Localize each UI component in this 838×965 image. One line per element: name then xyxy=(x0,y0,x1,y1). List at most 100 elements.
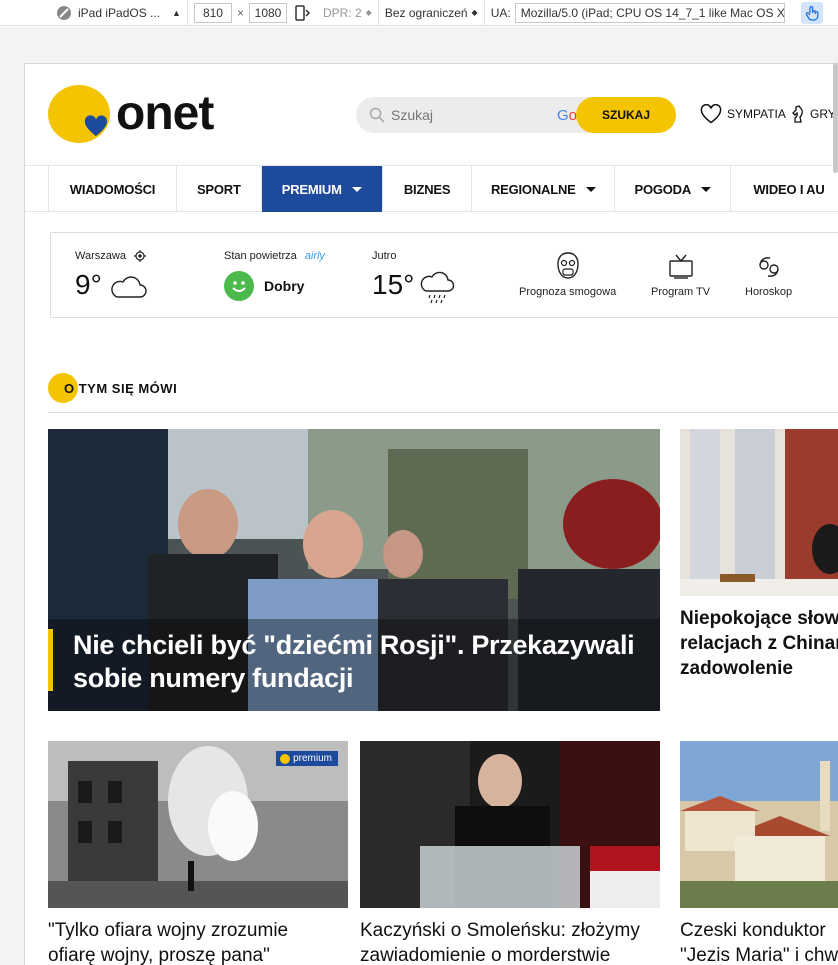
section-divider xyxy=(48,412,838,413)
chevron-down-icon xyxy=(585,186,596,192)
card-title-line: "Tylko ofiara wojny zrozumie xyxy=(48,920,289,941)
airly-logo: airly xyxy=(304,250,325,262)
tv-icon xyxy=(668,254,693,279)
device-no-touch-icon xyxy=(57,5,71,20)
card-title-line: ofiarę wojny, proszę pana" xyxy=(48,945,270,965)
card2-title[interactable]: Kaczyński o Smoleńsku: złożymy zawiadomi… xyxy=(360,918,640,965)
rotate-icon[interactable] xyxy=(293,4,311,22)
main-nav: WIADOMOŚCI SPORT PREMIUM BIZNES REGIONAL… xyxy=(25,165,838,212)
service-label: Program TV xyxy=(651,286,711,298)
premium-dot-icon xyxy=(280,753,291,764)
nav-label: PREMIUM xyxy=(281,181,342,197)
info-widgets: Warszawa 9° Stan powietrza airly Dobry J… xyxy=(50,232,838,318)
service-label: Horoskop xyxy=(745,286,793,298)
tv-program-link[interactable]: Program TV xyxy=(651,251,710,298)
device-selector[interactable]: iPad iPadOS ... ▲ xyxy=(0,0,188,26)
card1-title[interactable]: "Tylko ofiara wojny zrozumie ofiarę wojn… xyxy=(48,918,288,965)
nav-item-regionalne[interactable]: REGIONALNE xyxy=(471,166,614,212)
heart-outline-icon xyxy=(700,104,722,124)
town-photo xyxy=(680,741,838,908)
gry-label: GRY xyxy=(810,107,836,121)
side-article-photo[interactable] xyxy=(680,429,838,596)
nav-label: BIZNES xyxy=(403,181,451,197)
gas-mask-icon xyxy=(556,252,579,279)
search-bar: Google SZUKAJ xyxy=(356,97,676,133)
touch-toggle-icon[interactable] xyxy=(800,1,823,24)
section-title-first: O xyxy=(64,380,75,396)
card-title-line: Czeski konduktor xyxy=(680,920,826,941)
nav-label: WIDEO I AU xyxy=(753,181,825,197)
side-title-line: relacjach z Chinam xyxy=(680,633,838,654)
smog-forecast-link[interactable]: Prognoza smogowa xyxy=(519,251,616,298)
card3-title[interactable]: Czeski konduktor "Jezis Maria" i chw xyxy=(680,918,838,965)
dimension-separator: × xyxy=(236,5,244,20)
sympatia-label: SYMPATIA xyxy=(727,107,786,121)
nav-item-sport[interactable]: SPORT xyxy=(176,166,261,212)
cloud-rain-icon xyxy=(420,271,455,304)
side-photo xyxy=(680,429,838,596)
card-title-line: "Jezis Maria" i chw xyxy=(680,945,838,965)
throttle-selector[interactable]: Bez ograniczeń ◆ xyxy=(379,0,485,26)
weather-city[interactable]: Warszawa xyxy=(75,250,146,262)
sympatia-link[interactable]: SYMPATIA xyxy=(700,104,786,124)
chevron-down-icon xyxy=(701,186,712,192)
scrollbar[interactable] xyxy=(833,63,838,173)
card-title-line: Kaczyński o Smoleńsku: złożymy xyxy=(360,920,640,941)
onet-logo[interactable]: onet xyxy=(48,85,214,143)
ua-label: UA: xyxy=(490,5,511,20)
card2-photo[interactable] xyxy=(360,741,660,908)
logo-wordmark: onet xyxy=(116,87,214,140)
height-input[interactable]: 1080 xyxy=(248,2,287,23)
tomorrow-label: Jutro xyxy=(372,250,397,262)
horoscope-link[interactable]: Horoskop xyxy=(745,251,792,298)
nav-label: REGIONALNE xyxy=(490,181,576,197)
hero-title[interactable]: Nie chcieli być "dziećmi Rosji". Przekaz… xyxy=(73,629,643,695)
temp-tomorrow[interactable]: 15° xyxy=(372,269,414,301)
cancer-zodiac-icon xyxy=(758,257,779,277)
nav-item-premium[interactable]: PREMIUM xyxy=(260,166,382,212)
premium-badge-label: premium xyxy=(293,753,332,764)
card1-photo[interactable]: premium xyxy=(48,741,348,908)
search-icon xyxy=(369,107,385,123)
ua-input[interactable]: Mozilla/5.0 (iPad; CPU OS 14_7_1 like Ma… xyxy=(514,2,785,23)
page-viewport: onet Google SZUKAJ SYMPATIA GRY WIADOMOŚ… xyxy=(24,63,838,965)
hero-accent-bar xyxy=(48,629,53,691)
nav-item-wideo[interactable]: WIDEO I AU xyxy=(730,166,838,212)
side-title-line: zadowolenie xyxy=(680,658,793,679)
city-label: Warszawa xyxy=(75,250,126,262)
gry-link[interactable]: GRY xyxy=(790,104,836,124)
dpr-selector[interactable]: DPR: 2 ◆ xyxy=(317,0,379,26)
chevron-down-icon xyxy=(351,186,362,192)
width-input[interactable]: 810 xyxy=(193,2,232,23)
search-button[interactable]: SZUKAJ xyxy=(576,97,676,133)
heart-icon xyxy=(84,115,108,136)
dpr-label: DPR: 2 xyxy=(322,5,362,20)
card-title-line: zawiadomienie o morderstwie xyxy=(360,945,611,965)
temp-now[interactable]: 9° xyxy=(75,269,102,301)
nav-label: SPORT xyxy=(196,181,241,197)
nav-label: POGODA xyxy=(634,181,692,197)
speech-photo xyxy=(360,741,660,908)
throttle-label: Bez ograniczeń xyxy=(384,5,468,20)
service-label: Prognoza smogowa xyxy=(519,286,617,298)
air-status: Dobry xyxy=(264,278,305,294)
air-quality-header[interactable]: Stan powietrza airly xyxy=(224,250,325,262)
nav-item-pogoda[interactable]: POGODA xyxy=(614,166,730,212)
cloud-icon xyxy=(111,276,147,298)
section-title: O TYM SIĘ MÓWI xyxy=(48,373,177,403)
chess-piece-icon xyxy=(792,105,803,123)
card3-photo[interactable] xyxy=(680,741,838,908)
devtools-device-toolbar: iPad iPadOS ... ▲ 810 × 1080 DPR: 2 ◆ Bez… xyxy=(0,0,838,26)
logo-ball xyxy=(48,85,110,143)
nav-item-biznes[interactable]: BIZNES xyxy=(381,166,472,212)
hero-article[interactable]: Nie chcieli być "dziećmi Rosji". Przekaz… xyxy=(48,429,660,711)
smiley-face-icon xyxy=(224,271,254,301)
nav-item-wiadomosci[interactable]: WIADOMOŚCI xyxy=(48,166,176,212)
search-input[interactable] xyxy=(391,107,511,123)
location-target-icon xyxy=(133,250,146,262)
updown-icon: ▲ xyxy=(172,7,181,18)
premium-badge: premium xyxy=(276,751,338,766)
war-photo xyxy=(48,741,348,908)
side-article-title[interactable]: Niepokojące słowa relacjach z Chinam zad… xyxy=(680,606,838,681)
device-name: iPad iPadOS ... xyxy=(78,5,161,20)
